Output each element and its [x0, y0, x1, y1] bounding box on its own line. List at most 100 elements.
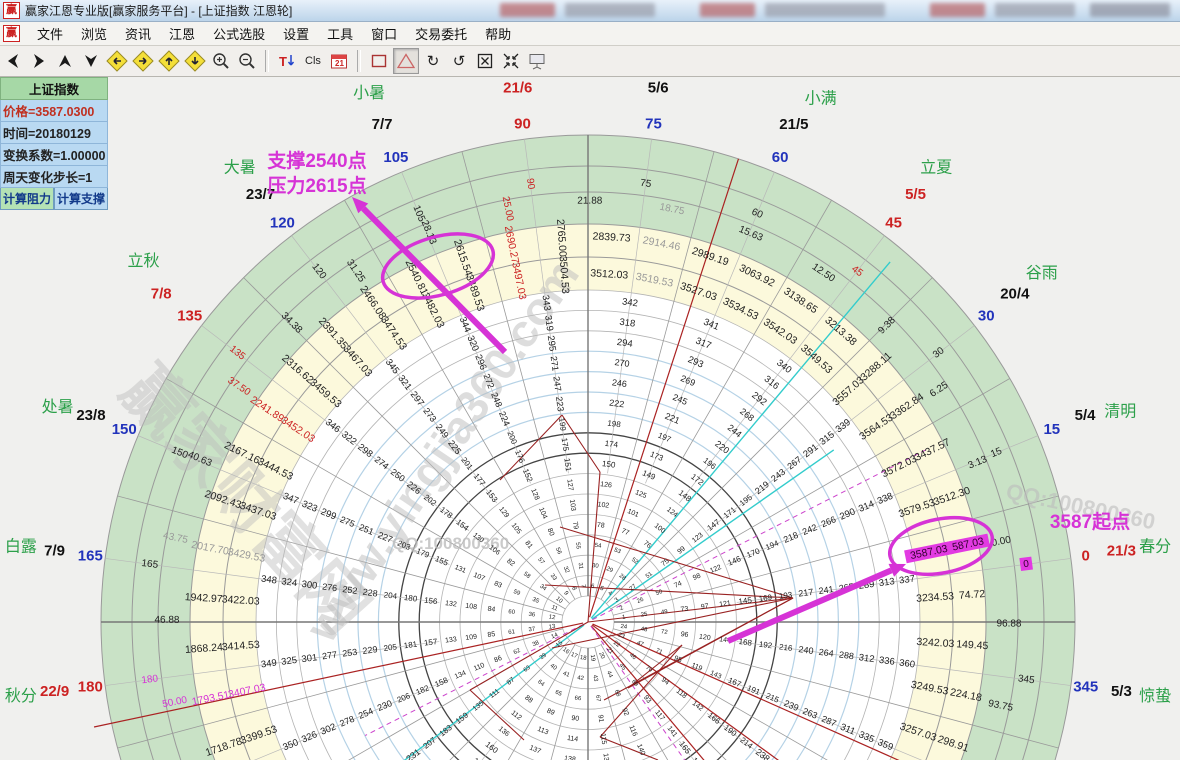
svg-text:90: 90: [514, 115, 531, 132]
svg-text:252: 252: [342, 584, 358, 596]
svg-text:15: 15: [1043, 421, 1060, 438]
svg-text:5/4: 5/4: [1075, 407, 1097, 424]
svg-text:90: 90: [571, 715, 580, 723]
calc-support-button[interactable]: 计算支撑: [54, 188, 108, 210]
svg-text:春分: 春分: [1139, 538, 1171, 556]
center-view-icon[interactable]: [499, 49, 523, 73]
svg-text:199: 199: [557, 417, 568, 432]
svg-text:谷雨: 谷雨: [1026, 264, 1058, 282]
svg-text:270: 270: [614, 357, 630, 369]
svg-text:150: 150: [112, 421, 137, 438]
svg-text:3242.03: 3242.03: [916, 636, 955, 650]
menu-item-2[interactable]: 资讯: [116, 22, 160, 45]
menu-item-9[interactable]: 帮助: [476, 22, 520, 45]
svg-text:216: 216: [779, 642, 794, 653]
svg-text:318: 318: [619, 317, 636, 330]
svg-text:97: 97: [701, 603, 710, 611]
svg-text:342: 342: [621, 296, 638, 309]
svg-text:253: 253: [342, 647, 358, 659]
step-left-icon[interactable]: [105, 49, 129, 73]
svg-text:205: 205: [383, 642, 398, 653]
step-right-icon[interactable]: [131, 49, 155, 73]
index-name-header: 上证指数: [0, 77, 108, 100]
svg-text:91: 91: [596, 714, 604, 723]
svg-text:198: 198: [607, 419, 622, 430]
blurred-title-item: [765, 3, 885, 17]
svg-text:5/5: 5/5: [905, 186, 926, 203]
svg-text:3512.03: 3512.03: [590, 267, 629, 281]
draw-square-icon[interactable]: [367, 49, 391, 73]
svg-text:79: 79: [571, 521, 579, 530]
svg-text:74.72: 74.72: [959, 588, 986, 602]
nav-right-icon[interactable]: [27, 49, 51, 73]
svg-text:345: 345: [1073, 678, 1098, 695]
svg-text:21/6: 21/6: [503, 80, 532, 97]
zoom-out-icon[interactable]: [235, 49, 259, 73]
svg-text:325: 325: [281, 655, 298, 668]
menu-items: 文件浏览资讯江恩公式选股设置工具窗口交易委托帮助: [28, 22, 520, 45]
nav-down-icon[interactable]: [79, 49, 103, 73]
svg-text:21/5: 21/5: [779, 116, 808, 133]
svg-text:229: 229: [362, 644, 378, 656]
svg-text:7/8: 7/8: [151, 285, 172, 302]
svg-text:秋分: 秋分: [5, 687, 37, 705]
nav-left-icon[interactable]: [1, 49, 25, 73]
parameter-rows: 价格=3587.0300时间=20180129变换系数=1.00000周天变化步…: [0, 100, 108, 188]
gann-wheel-chart[interactable]: www.yingjia360.com赢家财富网QQ:100800360QQ:10…: [0, 0, 1180, 760]
menu-item-3[interactable]: 江恩: [160, 22, 204, 45]
rotate-cw-icon[interactable]: ↻: [421, 49, 445, 73]
svg-text:247: 247: [551, 376, 563, 392]
step-up-icon[interactable]: [157, 49, 181, 73]
parameter-panel: 上证指数 价格=3587.0300时间=20180129变换系数=1.00000…: [0, 77, 108, 210]
nav-up-icon[interactable]: [53, 49, 77, 73]
text-tool-icon[interactable]: T: [275, 49, 299, 73]
svg-text:7/7: 7/7: [372, 116, 393, 133]
svg-text:20/4: 20/4: [1000, 285, 1030, 302]
menu-item-7[interactable]: 窗口: [362, 22, 406, 45]
svg-text:立夏: 立夏: [920, 158, 952, 176]
svg-text:立秋: 立秋: [127, 252, 159, 270]
blurred-title-item: [500, 3, 555, 17]
svg-text:75: 75: [645, 115, 662, 132]
presentation-icon[interactable]: [525, 49, 549, 73]
rotate-ccw-icon[interactable]: ↺: [447, 49, 471, 73]
menu-item-1[interactable]: 浏览: [72, 22, 116, 45]
parameter-row-0: 价格=3587.0300: [0, 100, 108, 122]
svg-text:271: 271: [549, 355, 561, 371]
svg-text:150: 150: [602, 459, 617, 470]
toolbar-separator: [265, 50, 269, 72]
delete-box-icon[interactable]: [473, 49, 497, 73]
svg-text:343: 343: [539, 294, 552, 311]
svg-text:175: 175: [560, 437, 571, 452]
svg-text:324: 324: [281, 576, 298, 589]
menu-item-5[interactable]: 设置: [274, 22, 318, 45]
step-down-icon[interactable]: [183, 49, 207, 73]
draw-triangle-icon[interactable]: [393, 48, 419, 74]
svg-text:45: 45: [885, 215, 902, 232]
title-bar: 赢 赢家江恩专业版[赢家服务平台] - [上证指数 江恩轮]: [0, 0, 1180, 22]
menu-item-8[interactable]: 交易委托: [406, 22, 476, 45]
calendar-icon[interactable]: 21: [327, 49, 351, 73]
svg-text:246: 246: [611, 377, 627, 389]
zoom-in-icon[interactable]: [209, 49, 233, 73]
app-window: 赢 赢家江恩专业版[赢家服务平台] - [上证指数 江恩轮] 赢 文件浏览资讯江…: [0, 0, 1180, 760]
svg-text:75: 75: [639, 178, 652, 190]
svg-text:小暑: 小暑: [353, 84, 385, 102]
svg-text:1942.97: 1942.97: [184, 591, 223, 605]
svg-text:294: 294: [616, 337, 633, 350]
svg-text:23/8: 23/8: [76, 407, 105, 424]
blurred-title-item: [995, 3, 1075, 17]
menu-item-6[interactable]: 工具: [318, 22, 362, 45]
svg-text:0: 0: [1082, 547, 1090, 564]
svg-text:157: 157: [423, 637, 438, 648]
calc-resistance-button[interactable]: 计算阻力: [0, 188, 54, 210]
svg-text:小满: 小满: [805, 90, 837, 108]
svg-text:145: 145: [738, 596, 753, 607]
svg-text:21.88: 21.88: [577, 196, 603, 207]
menu-item-4[interactable]: 公式选股: [204, 22, 274, 45]
svg-text:78: 78: [596, 522, 605, 530]
menu-logo-icon: 赢: [3, 25, 20, 42]
svg-text:清明: 清明: [1104, 403, 1136, 421]
menu-item-0[interactable]: 文件: [28, 22, 72, 45]
cls-button[interactable]: Cls: [301, 49, 325, 73]
